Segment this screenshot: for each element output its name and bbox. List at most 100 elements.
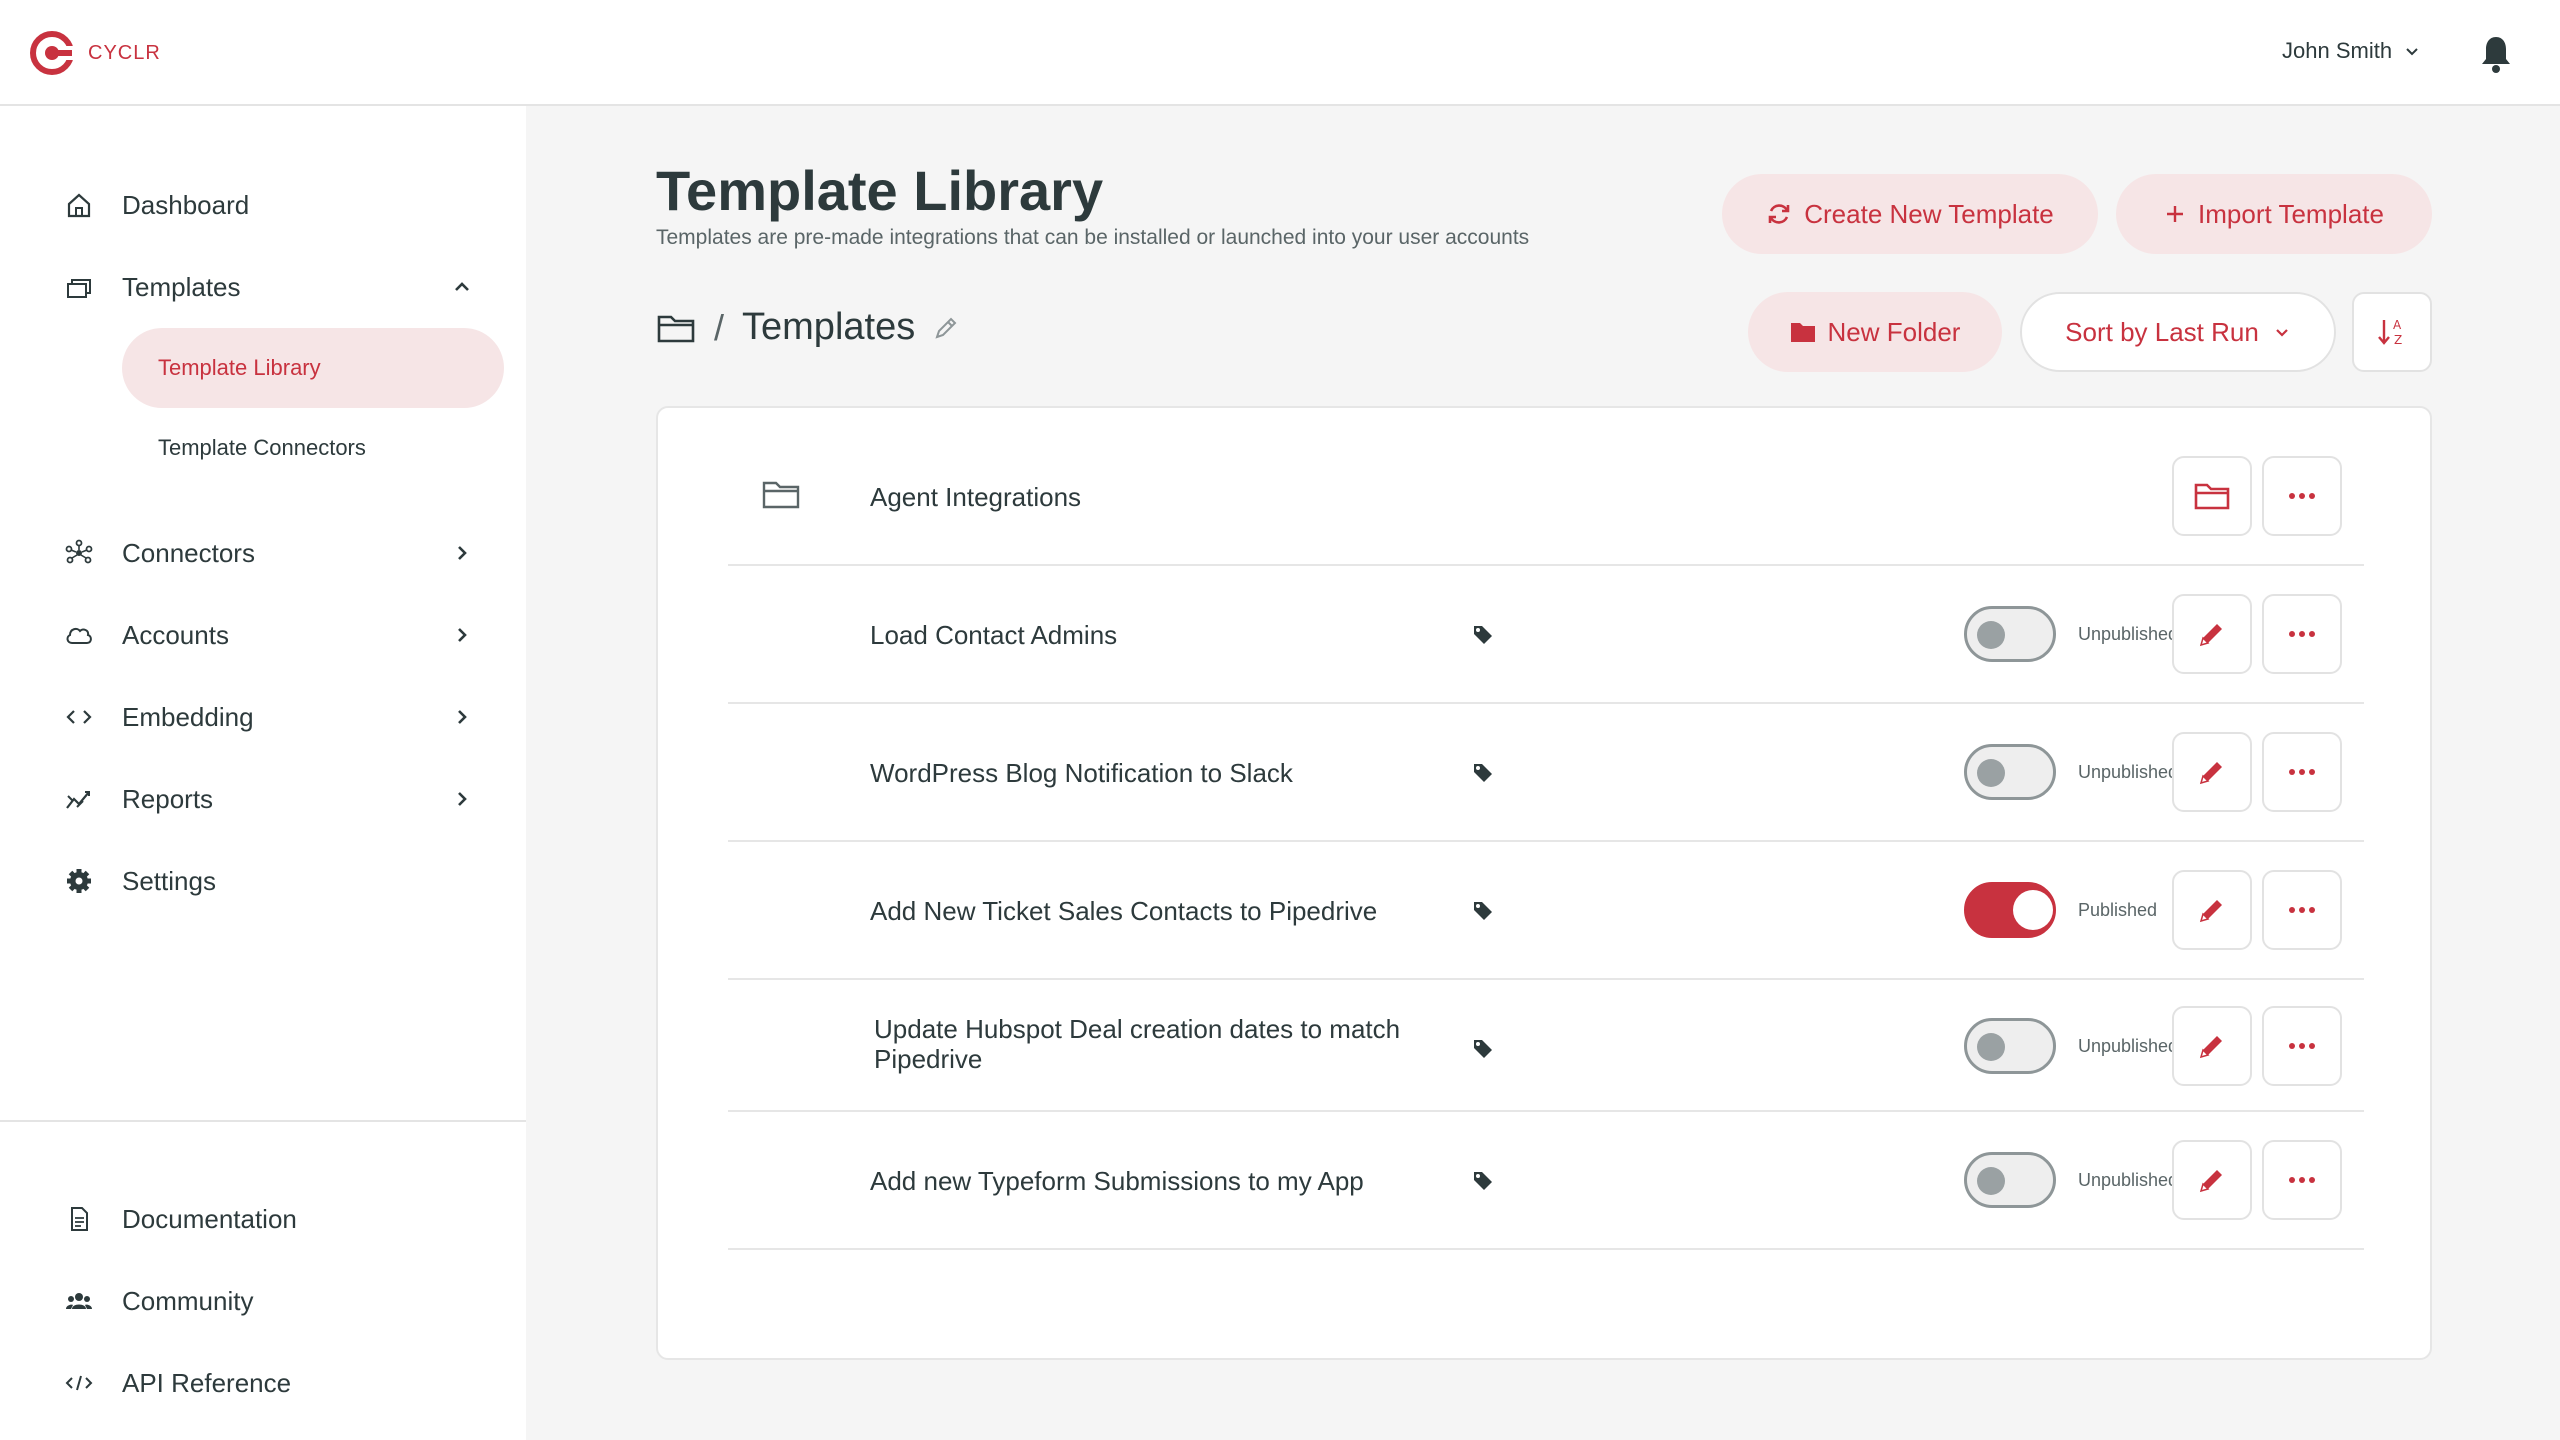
more-options-button[interactable] bbox=[2262, 732, 2342, 812]
sidebar-item-label: Dashboard bbox=[122, 189, 250, 220]
list-item-folder[interactable]: Agent Integrations bbox=[728, 428, 2364, 566]
sidebar-item-community[interactable]: Community bbox=[0, 1266, 526, 1336]
publish-toggle[interactable] bbox=[1964, 744, 2056, 800]
sidebar-item-label: Settings bbox=[122, 865, 216, 896]
more-horizontal-icon bbox=[2289, 493, 2315, 499]
sidebar-item-label: Documentation bbox=[122, 1203, 297, 1234]
folder-outline-icon bbox=[762, 481, 800, 509]
page-subtitle: Templates are pre-made integrations that… bbox=[656, 226, 1530, 249]
sort-az-icon: A Z bbox=[2378, 318, 2402, 347]
sidebar-subitem-template-library[interactable]: Template Library bbox=[122, 328, 504, 408]
template-name[interactable]: Load Contact Admins bbox=[870, 620, 1117, 650]
status-label: Unpublished bbox=[2078, 1036, 2179, 1056]
status-label: Unpublished bbox=[2078, 624, 2179, 644]
pencil-icon bbox=[2199, 762, 2222, 785]
import-template-button[interactable]: Import Template bbox=[2116, 174, 2432, 254]
table-row[interactable]: WordPress Blog Notification to Slack Unp… bbox=[728, 704, 2364, 842]
bell-icon[interactable] bbox=[2478, 34, 2514, 74]
document-icon bbox=[71, 1207, 88, 1231]
sidebar-item-label: Templates bbox=[122, 271, 241, 302]
user-menu[interactable]: John Smith bbox=[2282, 38, 2420, 64]
edit-template-button[interactable] bbox=[2172, 1006, 2252, 1086]
publish-toggle[interactable] bbox=[1964, 606, 2056, 662]
table-row[interactable]: Update Hubspot Deal creation dates to ma… bbox=[728, 980, 2364, 1112]
table-row[interactable]: Add new Typeform Submissions to my App U… bbox=[728, 1112, 2364, 1250]
code-icon bbox=[66, 710, 92, 724]
chevron-down-icon bbox=[2276, 329, 2288, 337]
tag-icon[interactable] bbox=[1472, 1038, 1494, 1060]
sort-direction-button[interactable]: A Z bbox=[2352, 292, 2432, 372]
tag-icon[interactable] bbox=[1472, 624, 1494, 646]
sidebar-subitem-label: Template Connectors bbox=[158, 435, 366, 460]
template-name[interactable]: Update Hubspot Deal creation dates to ma… bbox=[874, 1014, 1454, 1074]
more-horizontal-icon bbox=[2289, 631, 2315, 637]
tag-icon[interactable] bbox=[1472, 762, 1494, 784]
sidebar-item-reports[interactable]: Reports bbox=[0, 764, 526, 834]
edit-template-button[interactable] bbox=[2172, 594, 2252, 674]
chevron-up-icon bbox=[455, 282, 469, 291]
more-options-button[interactable] bbox=[2262, 456, 2342, 536]
breadcrumb-separator: / bbox=[714, 306, 725, 348]
edit-pencil-icon[interactable] bbox=[933, 315, 959, 341]
sidebar-subitem-template-connectors[interactable]: Template Connectors bbox=[122, 408, 504, 488]
sort-dropdown[interactable]: Sort by Last Run bbox=[2020, 292, 2336, 372]
sidebar-item-label: Connectors bbox=[122, 537, 255, 568]
sidebar-subitem-label: Template Library bbox=[158, 355, 321, 380]
publish-toggle[interactable] bbox=[1964, 1018, 2056, 1074]
more-options-button[interactable] bbox=[2262, 870, 2342, 950]
more-options-button[interactable] bbox=[2262, 1006, 2342, 1086]
status-label: Unpublished bbox=[2078, 762, 2179, 782]
sidebar-item-settings[interactable]: Settings bbox=[0, 846, 526, 916]
edit-template-button[interactable] bbox=[2172, 732, 2252, 812]
cyclr-logo[interactable]: CYCLR bbox=[28, 28, 161, 78]
breadcrumb-current: Templates bbox=[742, 306, 916, 348]
import-template-label: Import Template bbox=[2198, 198, 2384, 229]
plus-icon bbox=[2167, 206, 2184, 222]
edit-template-button[interactable] bbox=[2172, 870, 2252, 950]
pencil-icon bbox=[2199, 1036, 2222, 1059]
publish-toggle[interactable] bbox=[1964, 882, 2056, 938]
pencil-icon bbox=[2199, 1170, 2222, 1193]
folder-name[interactable]: Agent Integrations bbox=[870, 482, 1081, 512]
chevron-right-icon bbox=[458, 628, 467, 642]
more-horizontal-icon bbox=[2289, 907, 2315, 913]
template-name[interactable]: Add new Typeform Submissions to my App bbox=[870, 1166, 1364, 1196]
sidebar-item-templates[interactable]: Templates bbox=[0, 252, 526, 322]
sidebar-item-embedding[interactable]: Embedding bbox=[0, 682, 526, 752]
table-row[interactable]: Load Contact Admins Unpublished bbox=[728, 566, 2364, 704]
community-icon bbox=[66, 1293, 92, 1309]
sidebar-item-connectors[interactable]: Connectors bbox=[0, 518, 526, 588]
refresh-icon bbox=[1768, 204, 1790, 224]
sidebar-item-label: Community bbox=[122, 1285, 254, 1316]
sort-label: Sort by Last Run bbox=[2065, 316, 2259, 347]
more-options-button[interactable] bbox=[2262, 1140, 2342, 1220]
new-folder-button[interactable]: New Folder bbox=[1748, 292, 2002, 372]
table-row[interactable]: Add New Ticket Sales Contacts to Pipedri… bbox=[728, 842, 2364, 980]
cyclr-logo-icon bbox=[30, 31, 78, 75]
template-name[interactable]: WordPress Blog Notification to Slack bbox=[870, 758, 1293, 788]
sidebar-item-api-reference[interactable]: API Reference bbox=[0, 1348, 526, 1418]
sidebar-item-documentation[interactable]: Documentation bbox=[0, 1184, 526, 1254]
brand-name: CYCLR bbox=[88, 41, 161, 64]
folder-outline-icon[interactable] bbox=[656, 311, 696, 345]
more-options-button[interactable] bbox=[2262, 594, 2342, 674]
templates-icon bbox=[67, 279, 91, 298]
api-icon bbox=[65, 1375, 93, 1391]
tag-icon[interactable] bbox=[1472, 900, 1494, 922]
top-bar: CYCLR John Smith bbox=[0, 0, 2560, 106]
publish-toggle[interactable] bbox=[1964, 1152, 2056, 1208]
tag-icon[interactable] bbox=[1472, 1170, 1494, 1192]
template-name[interactable]: Add New Ticket Sales Contacts to Pipedri… bbox=[870, 896, 1377, 926]
sidebar-item-dashboard[interactable]: Dashboard bbox=[0, 170, 526, 240]
sidebar-item-accounts[interactable]: Accounts bbox=[0, 600, 526, 670]
edit-template-button[interactable] bbox=[2172, 1140, 2252, 1220]
new-folder-label: New Folder bbox=[1827, 316, 1961, 347]
sidebar-item-label: API Reference bbox=[122, 1367, 292, 1398]
open-folder-button[interactable] bbox=[2172, 456, 2252, 536]
svg-text:A: A bbox=[2393, 318, 2402, 332]
create-new-template-button[interactable]: Create New Template bbox=[1722, 174, 2098, 254]
status-label: Unpublished bbox=[2078, 1170, 2179, 1190]
chevron-down-icon bbox=[2406, 48, 2418, 56]
status-label: Published bbox=[2078, 900, 2158, 920]
home-icon bbox=[67, 193, 91, 218]
